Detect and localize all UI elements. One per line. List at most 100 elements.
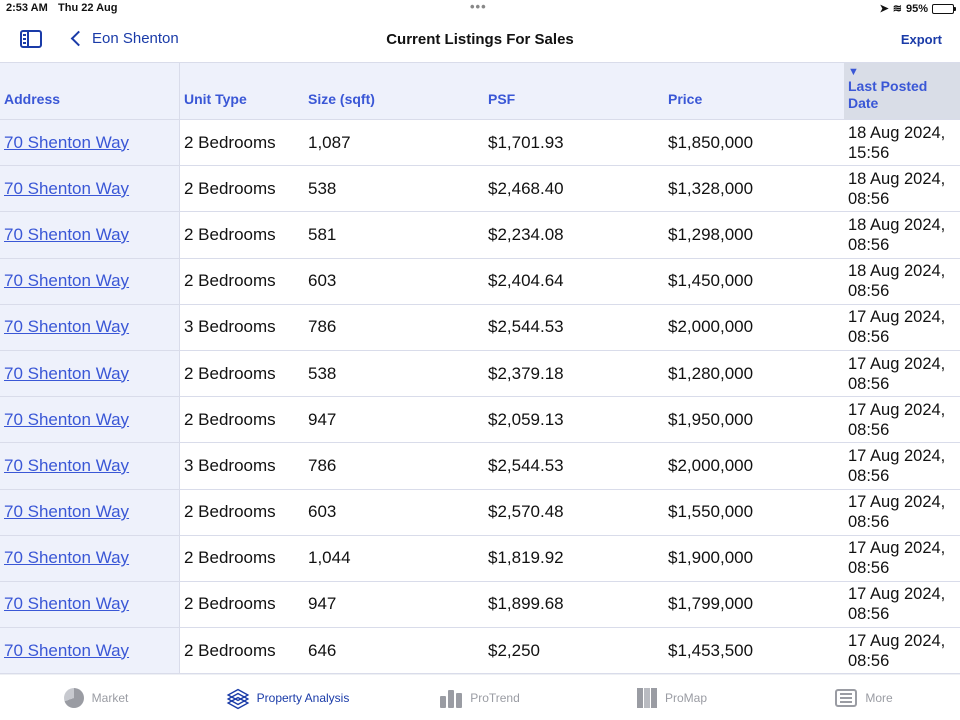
table-row[interactable]: 70 Shenton Way 2 Bedrooms 581 $2,234.08 $1,2… [0,212,960,259]
price-cell: $1,950,000 [668,409,754,429]
price-cell: $1,900,000 [668,548,754,568]
psf-cell: $1,819.92 [488,548,564,568]
address-link[interactable]: 70 Shenton Way [4,317,129,337]
column-header-address[interactable]: Address [0,63,180,119]
size-cell: 646 [308,640,337,660]
last-posted-date-cell: 17 Aug 2024, 08:56 [848,631,946,670]
address-link[interactable]: 70 Shenton Way [4,133,129,153]
last-posted-date-cell: 18 Aug 2024, 15:56 [848,123,946,162]
address-cell: 70 Shenton Way [0,212,180,258]
size-cell: 603 [308,502,337,522]
column-header-psf[interactable]: PSF [484,63,664,119]
tab-property-analysis[interactable]: Property Analysis [192,675,384,720]
unit-type-cell: 2 Bedrooms [184,271,276,291]
listings-table: Address Unit Type Size (sqft) PSF Price … [0,62,960,675]
pie-chart-icon [63,687,84,708]
unit-type-cell: 2 Bedrooms [184,548,276,568]
unit-type-cell: 2 Bedrooms [184,409,276,429]
chevron-left-icon [70,30,87,47]
address-cell: 70 Shenton Way [0,350,180,397]
address-link[interactable]: 70 Shenton Way [4,271,129,291]
tab-property-analysis-label: Property Analysis [256,690,350,705]
price-cell: $1,850,000 [668,132,754,152]
price-cell: $1,453,500 [668,640,754,660]
table-row[interactable]: 70 Shenton Way 3 Bedrooms 786 $2,544.53 $2,0… [0,304,960,351]
psf-cell: $2,234.08 [488,224,564,244]
table-row[interactable]: 70 Shenton Way 3 Bedrooms 786 $2,544.53 $2,0… [0,443,960,490]
map-icon [636,687,657,708]
unit-type-cell: 3 Bedrooms [184,455,276,475]
size-cell: 947 [308,594,337,614]
tab-promap[interactable]: ProMap [576,675,768,720]
size-cell: 603 [308,271,337,291]
column-header-last-posted-date[interactable]: ▼ Last Posted Date [844,63,960,119]
psf-cell: $2,570.48 [488,502,564,522]
size-cell: 538 [308,363,337,383]
price-cell: $1,328,000 [668,178,754,198]
column-header-unit-type[interactable]: Unit Type [180,63,304,119]
size-cell: 786 [308,317,337,337]
address-cell: 70 Shenton Way [0,166,180,212]
sidebar-toggle-icon[interactable] [20,30,42,48]
table-row[interactable]: 70 Shenton Way 2 Bedrooms 603 $2,570.48 $1,5… [0,489,960,536]
address-link[interactable]: 70 Shenton Way [4,641,129,661]
address-link[interactable]: 70 Shenton Way [4,364,129,384]
multitasking-dots-icon[interactable]: ••• [470,0,487,14]
address-cell: 70 Shenton Way [0,397,180,443]
psf-cell: $2,544.53 [488,317,564,337]
sort-descending-icon: ▼ [848,66,859,78]
address-link[interactable]: 70 Shenton Way [4,410,129,430]
navigation-bar: Eon Shenton Current Listings For Sales E… [0,18,960,62]
battery-percent: 95% [905,2,928,15]
psf-cell: $2,059.13 [488,409,564,429]
bar-chart-icon [440,688,463,708]
address-link[interactable]: 70 Shenton Way [4,502,129,522]
tab-protrend-label: ProTrend [470,690,520,705]
size-cell: 1,044 [308,548,351,568]
unit-type-cell: 2 Bedrooms [184,132,276,152]
psf-cell: $2,544.53 [488,455,564,475]
address-link[interactable]: 70 Shenton Way [4,594,129,614]
address-link[interactable]: 70 Shenton Way [4,456,129,476]
table-row[interactable]: 70 Shenton Way 2 Bedrooms 646 $2,250 $1,453,… [0,628,960,675]
layers-icon [226,687,249,709]
column-header-price[interactable]: Price [664,63,844,119]
address-link[interactable]: 70 Shenton Way [4,548,129,568]
last-posted-date-cell: 17 Aug 2024, 08:56 [848,493,946,532]
tab-more-label: More [865,690,893,705]
back-label: Eon Shenton [92,30,179,47]
address-cell: 70 Shenton Way [0,628,180,674]
unit-type-cell: 2 Bedrooms [184,502,276,522]
back-button[interactable]: Eon Shenton [70,30,179,47]
status-right: ➤ ≋ 95% [879,2,956,15]
psf-cell: $1,899.68 [488,594,564,614]
tab-protrend[interactable]: ProTrend [384,675,576,720]
tab-market[interactable]: Market [0,675,192,720]
psf-cell: $2,250 [488,640,540,660]
psf-cell: $1,701.93 [488,132,564,152]
table-row[interactable]: 70 Shenton Way 2 Bedrooms 1,087 $1,701.93 $1… [0,120,960,167]
address-cell: 70 Shenton Way [0,258,180,304]
address-link[interactable]: 70 Shenton Way [4,179,129,199]
table-row[interactable]: 70 Shenton Way 2 Bedrooms 603 $2,404.64 $1,4… [0,258,960,305]
table-row[interactable]: 70 Shenton Way 2 Bedrooms 538 $2,379.18 $1,2… [0,350,960,398]
export-button[interactable]: Export [901,32,942,47]
tab-more[interactable]: More [768,675,960,720]
unit-type-cell: 2 Bedrooms [184,594,276,614]
table-row[interactable]: 70 Shenton Way 2 Bedrooms 947 $2,059.13 $1,9… [0,397,960,444]
status-bar: 2:53 AM Thu 22 Aug ••• ➤ ≋ 95% [0,0,960,18]
last-posted-date-cell: 18 Aug 2024, 08:56 [848,262,946,301]
table-row[interactable]: 70 Shenton Way 2 Bedrooms 947 $1,899.68 $1,7… [0,581,960,629]
column-header-size[interactable]: Size (sqft) [304,63,484,119]
psf-cell: $2,379.18 [488,363,564,383]
table-row[interactable]: 70 Shenton Way 2 Bedrooms 538 $2,468.40 $1,3… [0,166,960,213]
address-link[interactable]: 70 Shenton Way [4,225,129,245]
table-row[interactable]: 70 Shenton Way 2 Bedrooms 1,044 $1,819.92 $1… [0,535,960,582]
location-icon: ➤ [879,3,889,15]
unit-type-cell: 2 Bedrooms [184,224,276,244]
size-cell: 581 [308,224,337,244]
wifi-icon: ≋ [892,3,902,15]
table-header-row: Address Unit Type Size (sqft) PSF Price … [0,62,960,120]
last-posted-date-cell: 18 Aug 2024, 08:56 [848,215,946,254]
unit-type-cell: 2 Bedrooms [184,640,276,660]
